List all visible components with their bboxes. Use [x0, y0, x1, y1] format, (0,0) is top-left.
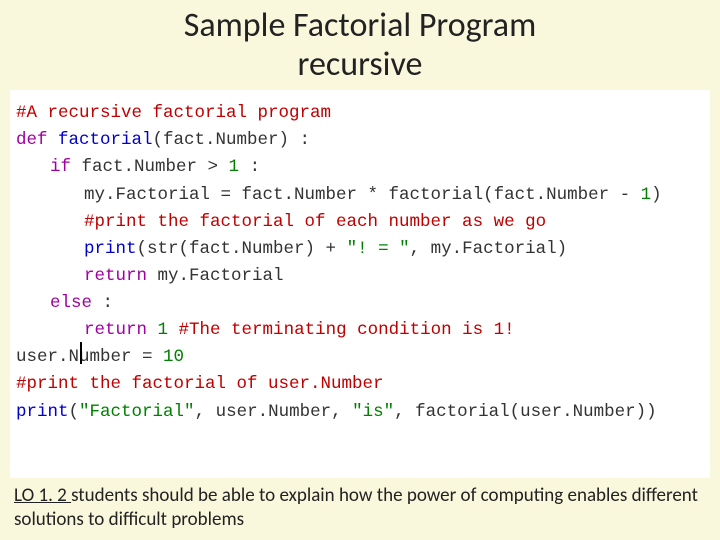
code-text: user.Number = — [16, 347, 163, 367]
code-block: #A recursive factorial program def facto… — [10, 90, 710, 478]
slide-title: Sample Factorial Program recursive — [0, 0, 720, 84]
lo-text: students should be able to explain how t… — [14, 484, 698, 531]
code-text: : — [103, 293, 114, 313]
code-string: "Factorial" — [79, 402, 195, 422]
code-text: fact.Number > — [82, 157, 229, 177]
code-keyword: else — [50, 293, 103, 313]
code-string: "is" — [352, 402, 394, 422]
code-string: "! = " — [347, 239, 410, 259]
code-text: (fact.Number) : — [153, 130, 311, 150]
code-text: (str(fact.Number) + — [137, 239, 347, 259]
code-text: , my.Factorial) — [410, 239, 568, 259]
code-func: print — [16, 402, 69, 422]
code-comment: #print the factorial of each number as w… — [84, 212, 546, 232]
code-comment: #The terminating condition is 1! — [179, 320, 515, 340]
code-number: 1 — [158, 320, 169, 340]
code-number: 1 — [229, 157, 240, 177]
code-number: 10 — [163, 347, 184, 367]
code-func: factorial — [58, 130, 153, 150]
code-space — [168, 320, 179, 340]
title-line-1: Sample Factorial Program — [184, 5, 537, 46]
code-keyword: def — [16, 130, 58, 150]
code-comment: #print the factorial of user.Number — [16, 374, 384, 394]
code-text: my.Factorial — [158, 266, 284, 286]
code-number: 1 — [641, 185, 652, 205]
code-comment: #A recursive factorial program — [16, 103, 331, 123]
code-text: , user.Number, — [195, 402, 353, 422]
code-func: print — [84, 239, 137, 259]
code-keyword: return — [84, 266, 158, 286]
title-line-2: recursive — [298, 44, 423, 85]
code-text: my.Factorial = fact.Number * factorial(f… — [84, 185, 641, 205]
lo-prefix: LO 1. 2 — [14, 484, 71, 507]
code-text: ( — [69, 402, 80, 422]
code-text: , factorial(user.Number)) — [394, 402, 657, 422]
learning-objective: LO 1. 2 students should be able to expla… — [0, 484, 720, 538]
code-keyword: if — [50, 157, 82, 177]
code-text: ) — [651, 185, 662, 205]
text-cursor-icon — [80, 342, 82, 364]
code-keyword: return — [84, 320, 158, 340]
code-text: : — [239, 157, 260, 177]
